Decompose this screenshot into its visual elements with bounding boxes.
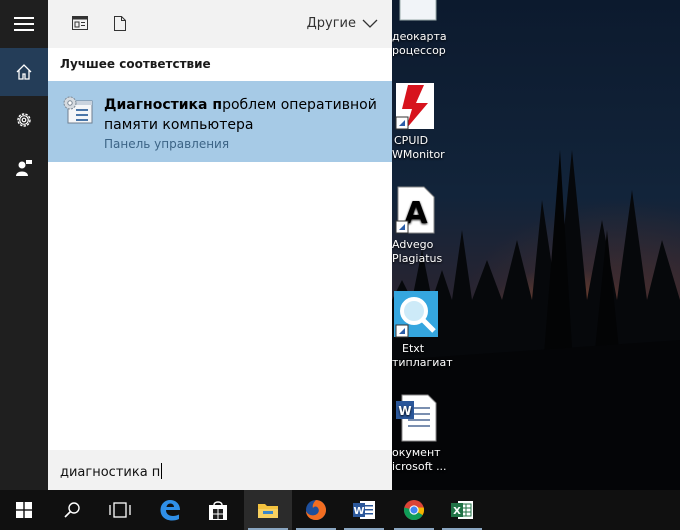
taskbar-file-explorer[interactable] xyxy=(244,490,292,530)
taskbar: W X xyxy=(0,490,680,530)
others-filter-dropdown[interactable]: Другие xyxy=(307,16,378,31)
firefox-icon xyxy=(306,500,326,520)
edge-icon xyxy=(160,500,180,521)
desktop-icon-label: icrosoft ... xyxy=(392,460,447,473)
start-button[interactable] xyxy=(0,490,48,530)
taskbar-search-button[interactable] xyxy=(48,490,96,530)
task-view-icon xyxy=(109,502,131,518)
search-icon xyxy=(64,502,80,518)
search-query: диагностика п xyxy=(60,465,161,480)
magnifier-icon xyxy=(394,291,438,338)
excel-icon: X xyxy=(451,501,473,519)
word-document-icon: W xyxy=(396,394,437,442)
others-filter-label: Другие xyxy=(306,16,356,31)
home-button[interactable] xyxy=(0,48,48,96)
text-caret xyxy=(161,463,163,479)
desktop-icon-label: окумент xyxy=(392,446,441,459)
result-title: Диагностика проблем оперативной памяти к… xyxy=(104,95,384,135)
search-panel: Другие Лучшее соответствие Диагностика п… xyxy=(48,0,392,490)
home-icon xyxy=(16,64,32,80)
desktop-icon-label: типлагиат xyxy=(392,356,453,369)
store-icon xyxy=(209,501,227,520)
desktop-icon-label: WMonitor xyxy=(392,148,445,161)
search-input[interactable]: диагностика п xyxy=(60,463,163,480)
taskbar-word[interactable]: W xyxy=(340,490,388,530)
folder-icon xyxy=(258,504,278,518)
desktop-icon-label: Etxt xyxy=(402,342,425,355)
taskbar-store[interactable] xyxy=(194,490,242,530)
taskbar-chrome[interactable] xyxy=(390,490,438,530)
search-filter-toolbar: Другие xyxy=(48,0,392,48)
hamburger-icon xyxy=(14,17,34,31)
apps-filter-icon[interactable] xyxy=(72,16,88,30)
windows-logo-icon xyxy=(16,502,32,518)
taskbar-firefox[interactable] xyxy=(292,490,340,530)
chrome-icon xyxy=(403,500,425,521)
advego-icon: A xyxy=(395,186,435,234)
desktop-icon-label: роцессор xyxy=(392,44,446,57)
desktop-icon-label: Advego xyxy=(392,238,434,251)
person-feedback-icon xyxy=(16,160,32,176)
desktop-background: деокарта роцессор CPUID WMonitor A Adveg… xyxy=(392,0,680,490)
search-box[interactable]: диагностика п xyxy=(48,450,392,490)
hwmonitor-icon xyxy=(395,83,434,130)
result-subtitle: Панель управления xyxy=(104,137,230,151)
taskbar-edge[interactable] xyxy=(146,490,194,530)
svg-text:X: X xyxy=(453,506,461,517)
best-match-heading: Лучшее соответствие xyxy=(60,57,211,71)
task-view-button[interactable] xyxy=(96,490,144,530)
taskbar-excel[interactable]: X xyxy=(438,490,486,530)
svg-text:W: W xyxy=(353,506,364,517)
desktop-icon-label: деокарта xyxy=(392,30,447,43)
chevron-down-icon xyxy=(362,19,378,28)
memory-diagnostic-icon xyxy=(63,96,93,124)
result-title-match: Диагностика п xyxy=(104,97,223,113)
svg-text:W: W xyxy=(398,404,411,418)
desktop-icon-label: CPUID xyxy=(394,134,429,147)
best-match-result[interactable]: Диагностика проблем оперативной памяти к… xyxy=(48,81,392,162)
hamburger-menu-button[interactable] xyxy=(0,0,48,48)
desktop-icon-label: Plagiatus xyxy=(392,252,443,265)
gear-icon xyxy=(17,113,31,127)
start-menu-rail xyxy=(0,0,48,490)
feedback-button[interactable] xyxy=(0,144,48,192)
document-icon xyxy=(399,0,437,21)
document-filter-icon[interactable] xyxy=(114,16,126,31)
word-icon: W xyxy=(353,501,375,519)
settings-button[interactable] xyxy=(0,96,48,144)
